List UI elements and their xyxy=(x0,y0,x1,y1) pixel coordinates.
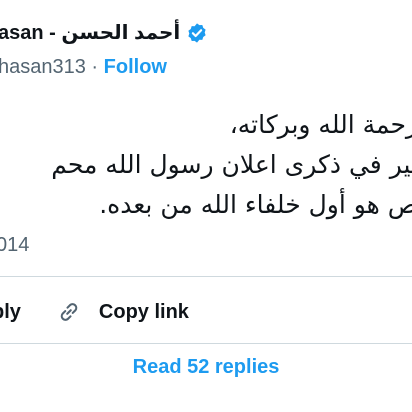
author-name[interactable]: asan - أحمد الحسن xyxy=(0,20,180,45)
link-icon xyxy=(60,303,78,321)
divider xyxy=(0,343,412,344)
tweet-text-line-2: تير في ذكرى اعلان رسول الله محم xyxy=(51,150,412,179)
copy-link-button[interactable]: Copy link xyxy=(55,298,189,326)
handle-separator: · xyxy=(85,56,104,78)
reply-button[interactable]: ply xyxy=(0,301,21,324)
handle-row: hasan313 · Follow xyxy=(0,56,167,79)
tweet-date[interactable]: 014 xyxy=(0,234,29,257)
author-handle[interactable]: hasan313 xyxy=(0,56,86,78)
tweet-text-line-1: رحمة الله وبركاته، xyxy=(229,110,412,139)
action-bar: ply Copy link xyxy=(0,298,189,326)
verified-badge-icon xyxy=(188,22,206,43)
follow-button[interactable]: Follow xyxy=(104,56,167,78)
divider xyxy=(0,276,412,277)
copy-link-label: Copy link xyxy=(98,300,189,323)
read-replies-button[interactable]: Read 52 replies xyxy=(0,356,412,379)
tweet-text-line-3: ص هو أول خلفاء الله من بعده. xyxy=(99,190,412,219)
author-name-row: asan - أحمد الحسن xyxy=(0,20,208,45)
